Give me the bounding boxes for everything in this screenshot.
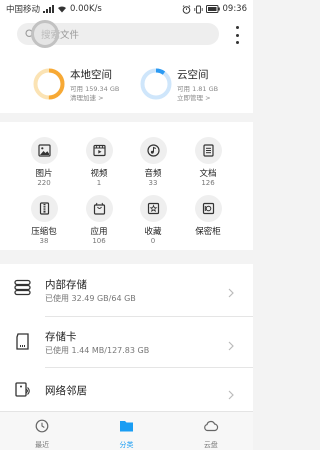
recent-clock-icon — [35, 418, 49, 437]
category-count: 1 — [96, 179, 102, 187]
music-icon — [139, 137, 167, 164]
category-label: 文档 — [199, 169, 217, 179]
list-item-internal-storage[interactable]: 内部存储 已使用 32.49 GB/64 GB — [0, 264, 253, 317]
tab-label: 云盘 — [203, 441, 218, 449]
category-label: 压缩包 — [31, 227, 57, 237]
local-storage-card[interactable]: 本地空间 可用 159.34 GB 清理加速 > — [33, 67, 119, 103]
status-right: 09:36 — [182, 4, 248, 14]
battery-icon — [205, 5, 220, 13]
category-label: 收藏 — [144, 227, 162, 237]
vibrate-icon — [193, 5, 203, 14]
category-images[interactable]: 图片 220 — [22, 137, 66, 187]
signal-icon — [43, 5, 55, 13]
image-icon — [30, 137, 58, 164]
category-safe[interactable]: 保密柜 — [186, 195, 230, 237]
storage-list: 内部存储 已使用 32.49 GB/64 GB 存储卡 已使用 1.44 MB/… — [0, 264, 253, 411]
clean-accelerate-link[interactable]: 清理加速 > — [70, 94, 119, 103]
folder-icon — [119, 418, 134, 437]
touch-indicator — [31, 20, 59, 48]
alarm-icon — [182, 4, 191, 14]
category-label: 音频 — [144, 169, 162, 179]
chevron-right-icon — [228, 385, 234, 404]
internal-storage-icon — [14, 279, 31, 300]
category-archives[interactable]: 压缩包 38 — [22, 195, 66, 245]
list-item-subtitle: 已使用 32.49 GB/64 GB — [45, 294, 136, 303]
category-count: 220 — [37, 179, 51, 187]
category-count: 126 — [201, 179, 215, 187]
category-panel: 图片 220 视频 1 音频 33 文档 126 压缩包 38 应用 106 收… — [0, 122, 253, 250]
safe-icon — [194, 195, 222, 222]
list-item-title: 网络邻居 — [45, 385, 87, 397]
category-label: 图片 — [35, 169, 53, 179]
carrier-label: 中国移动 — [6, 5, 41, 15]
chevron-right-icon — [228, 283, 234, 302]
category-label: 保密柜 — [195, 227, 221, 237]
tab-cloud[interactable]: 云盘 — [169, 412, 253, 450]
list-item-network-neighbor[interactable]: 网络邻居 — [0, 368, 253, 410]
category-count: 33 — [148, 179, 158, 187]
category-label: 视频 — [90, 169, 108, 179]
chevron-right-icon — [228, 336, 234, 355]
status-left: 中国移动 0.00K/s — [6, 3, 102, 15]
category-count: 0 — [150, 237, 156, 245]
cloud-storage-title: 云空间 — [177, 69, 209, 81]
status-bar: 中国移动 0.00K/s 09:36 — [0, 0, 253, 18]
category-videos[interactable]: 视频 1 — [77, 137, 121, 187]
category-documents[interactable]: 文档 126 — [186, 137, 230, 187]
clock-time: 09:36 — [222, 4, 248, 14]
manage-now-link[interactable]: 立即管理 > — [177, 94, 218, 103]
category-apps[interactable]: 应用 106 — [77, 195, 121, 245]
local-storage-ring-icon — [33, 68, 65, 100]
local-storage-title: 本地空间 — [70, 69, 112, 81]
list-item-title: 存储卡 — [45, 331, 77, 343]
category-audio[interactable]: 音频 33 — [131, 137, 175, 187]
sd-card-icon — [14, 333, 31, 354]
category-favorites[interactable]: 收藏 0 — [131, 195, 175, 245]
list-item-subtitle: 已使用 1.44 MB/127.83 GB — [45, 346, 150, 355]
cloud-icon — [203, 418, 219, 437]
network-speed: 0.00K/s — [70, 4, 102, 14]
network-neighbor-icon — [14, 381, 31, 402]
category-label: 应用 — [90, 227, 108, 237]
more-vertical-icon[interactable] — [233, 26, 241, 44]
archive-icon — [30, 195, 58, 222]
category-count: 106 — [92, 237, 106, 245]
cloud-storage-available: 可用 1.81 GB — [177, 85, 219, 93]
bottom-nav: 最近 分类 云盘 — [0, 411, 253, 450]
cloud-storage-ring-icon — [140, 68, 172, 100]
video-icon — [85, 137, 113, 164]
tab-label: 最近 — [35, 441, 50, 449]
top-section: 搜索文件 本地空间 可用 159.34 GB 清理加速 > 云空间 可用 1.8… — [0, 18, 253, 113]
list-item-title: 内部存储 — [45, 279, 87, 291]
local-storage-available: 可用 159.34 GB — [70, 85, 120, 93]
tab-recent[interactable]: 最近 — [0, 412, 84, 450]
favorite-star-icon — [139, 195, 167, 222]
document-icon — [194, 137, 222, 164]
category-count: 38 — [39, 237, 49, 245]
wifi-icon — [57, 5, 67, 13]
tab-label: 分类 — [119, 441, 134, 449]
list-item-sd-card[interactable]: 存储卡 已使用 1.44 MB/127.83 GB — [0, 317, 253, 368]
tab-category[interactable]: 分类 — [84, 412, 168, 450]
cloud-storage-card[interactable]: 云空间 可用 1.81 GB 立即管理 > — [140, 67, 218, 103]
app-bag-icon — [85, 195, 113, 222]
